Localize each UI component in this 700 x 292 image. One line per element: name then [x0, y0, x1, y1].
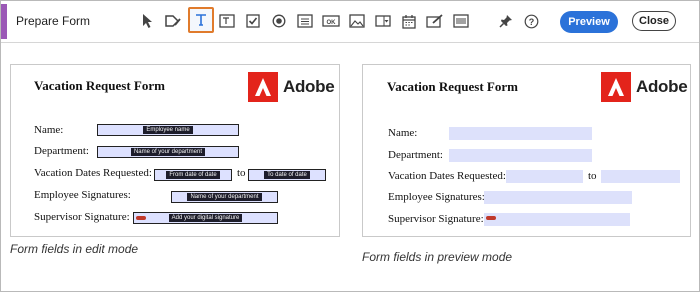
name-label: Name:	[34, 124, 64, 136]
checkbox-icon[interactable]	[242, 10, 264, 32]
employee-signature-label: Employee Signatures:	[388, 191, 485, 203]
edit-mode-caption: Form fields in edit mode	[10, 242, 139, 256]
employee-signature-field-text: Name of your department	[187, 193, 262, 201]
signature-marker-icon	[486, 216, 496, 220]
to-date-field[interactable]: To date of date	[248, 169, 326, 181]
button-ok-icon[interactable]: OK	[320, 10, 342, 32]
preview-mode-caption: Form fields in preview mode	[362, 250, 513, 264]
preview-button[interactable]: Preview	[560, 11, 618, 33]
vacation-dates-label: Vacation Dates Requested:	[388, 170, 506, 182]
edit-mode-form-panel: Vacation Request Form Adobe Name: Employ…	[10, 64, 340, 237]
toolbar-title: Prepare Form	[16, 14, 91, 28]
image-field-icon[interactable]	[346, 10, 368, 32]
prepare-form-toolbar: Prepare Form OK ? Preview Close	[1, 1, 699, 43]
from-date-field[interactable]: From date of date	[154, 169, 232, 181]
to-date-field[interactable]	[601, 170, 680, 183]
svg-text:?: ?	[528, 16, 534, 26]
adobe-logo-icon	[601, 72, 631, 102]
dropdown-icon[interactable]	[372, 10, 394, 32]
adobe-logo: Adobe	[601, 72, 688, 102]
radio-button-icon[interactable]	[268, 10, 290, 32]
employee-signature-field[interactable]	[484, 191, 632, 204]
vacation-dates-label: Vacation Dates Requested:	[34, 167, 152, 179]
supervisor-signature-field[interactable]: Add your digital signature	[133, 212, 278, 224]
department-field[interactable]	[449, 149, 592, 162]
adobe-logo-icon	[248, 72, 278, 102]
name-label: Name:	[388, 127, 418, 139]
add-text-tool-icon[interactable]	[162, 10, 184, 32]
from-date-field-text: From date of date	[166, 171, 220, 179]
employee-signature-field[interactable]: Name of your department	[171, 191, 278, 203]
supervisor-signature-label: Supervisor Signature:	[388, 213, 484, 225]
to-label: to	[588, 170, 597, 182]
department-label: Department:	[388, 149, 443, 161]
adobe-logo-text: Adobe	[636, 77, 688, 96]
pin-icon[interactable]	[495, 10, 517, 32]
department-field[interactable]: Name of your department	[97, 146, 239, 158]
supervisor-signature-label: Supervisor Signature:	[34, 211, 130, 223]
department-label: Department:	[34, 145, 89, 157]
name-field[interactable]	[449, 127, 592, 140]
from-date-field[interactable]	[506, 170, 583, 183]
toolbar-accent-bar	[1, 4, 7, 39]
select-tool-icon[interactable]	[137, 10, 159, 32]
form-title: Vacation Request Form	[387, 79, 518, 94]
form-title: Vacation Request Form	[34, 78, 165, 93]
adobe-logo: Adobe	[248, 72, 335, 102]
preview-mode-form-panel: Vacation Request Form Adobe Name: Depart…	[362, 64, 691, 237]
employee-signature-label: Employee Signatures:	[34, 189, 131, 201]
svg-text:OK: OK	[327, 20, 337, 26]
signature-marker-icon	[136, 216, 146, 220]
close-button[interactable]: Close	[632, 11, 676, 31]
list-box-icon[interactable]	[294, 10, 316, 32]
name-field[interactable]: Employee name	[97, 124, 239, 136]
signature-field-icon[interactable]	[424, 10, 446, 32]
to-label: to	[237, 167, 246, 179]
barcode-icon[interactable]	[450, 10, 472, 32]
multiline-text-field-icon[interactable]	[216, 10, 238, 32]
department-field-text: Name of your department	[130, 148, 206, 156]
date-picker-icon[interactable]	[398, 10, 420, 32]
adobe-logo-text: Adobe	[283, 77, 335, 96]
to-date-field-text: To date of date	[264, 171, 310, 179]
supervisor-signature-field-text: Add your digital signature	[168, 214, 243, 222]
supervisor-signature-field[interactable]	[484, 213, 630, 226]
help-icon[interactable]: ?	[520, 10, 542, 32]
name-field-text: Employee name	[143, 126, 193, 134]
text-field-icon[interactable]	[188, 7, 214, 33]
